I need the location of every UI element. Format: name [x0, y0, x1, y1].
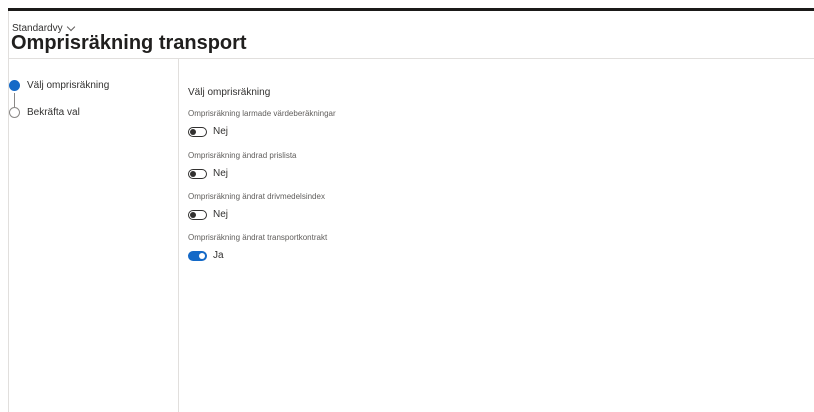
field-andrat-drivmedelsindex: Omprisräkning ändrat drivmedelsindex Nej: [188, 192, 325, 220]
workspace-frame: Standardvy Omprisräkning transport Välj …: [8, 11, 814, 412]
toggle-switch[interactable]: [188, 250, 207, 261]
chevron-down-icon: [66, 22, 75, 31]
page-header: Standardvy Omprisräkning transport: [9, 11, 814, 59]
toggle-knob: [190, 128, 196, 135]
step-label: Välj omprisräkning: [27, 80, 110, 91]
toggle-knob: [190, 211, 196, 218]
field-label: Omprisräkning larmade värdeberäkningar: [188, 109, 336, 118]
step-active-icon: [9, 80, 20, 91]
field-label: Omprisräkning ändrat drivmedelsindex: [188, 192, 325, 201]
field-andrat-transportkontrakt: Omprisräkning ändrat transportkontrakt J…: [188, 233, 327, 261]
section-title: Välj omprisräkning: [188, 87, 271, 98]
field-larmade-vardeberakningar: Omprisräkning larmade värdeberäkningar N…: [188, 109, 336, 137]
field-label: Omprisräkning ändrat transportkontrakt: [188, 233, 328, 242]
toggle-value: Nej: [213, 126, 229, 137]
toggle-value: Nej: [213, 168, 229, 179]
field-andrad-prislista: Omprisräkning ändrad prislista Nej: [188, 151, 297, 179]
toggle-value: Nej: [213, 209, 229, 220]
step-bekrafta-val[interactable]: Bekräfta val: [9, 107, 80, 118]
step-connector: [14, 93, 15, 107]
step-inactive-icon: [9, 107, 20, 118]
toggle-switch[interactable]: [188, 126, 207, 137]
step-label: Bekräfta val: [27, 107, 80, 118]
toggle-value: Ja: [213, 250, 224, 261]
toggle-row: Nej: [188, 126, 336, 137]
page: Standardvy Omprisräkning transport Välj …: [0, 0, 814, 412]
toggle-knob: [199, 252, 205, 259]
toggle-switch[interactable]: [188, 168, 207, 179]
page-title: Omprisräkning transport: [11, 32, 247, 54]
main-content: Välj omprisräkning Omprisräkning larmade…: [188, 59, 788, 412]
wizard-steps: Välj omprisräkning Bekräfta val: [9, 59, 179, 412]
field-label: Omprisräkning ändrad prislista: [188, 151, 297, 160]
toggle-knob: [190, 170, 196, 177]
toggle-row: Ja: [188, 250, 327, 261]
step-valj-omprisrakning[interactable]: Välj omprisräkning: [9, 80, 109, 91]
toggle-row: Nej: [188, 168, 297, 179]
toggle-row: Nej: [188, 209, 325, 220]
toggle-switch[interactable]: [188, 209, 207, 220]
